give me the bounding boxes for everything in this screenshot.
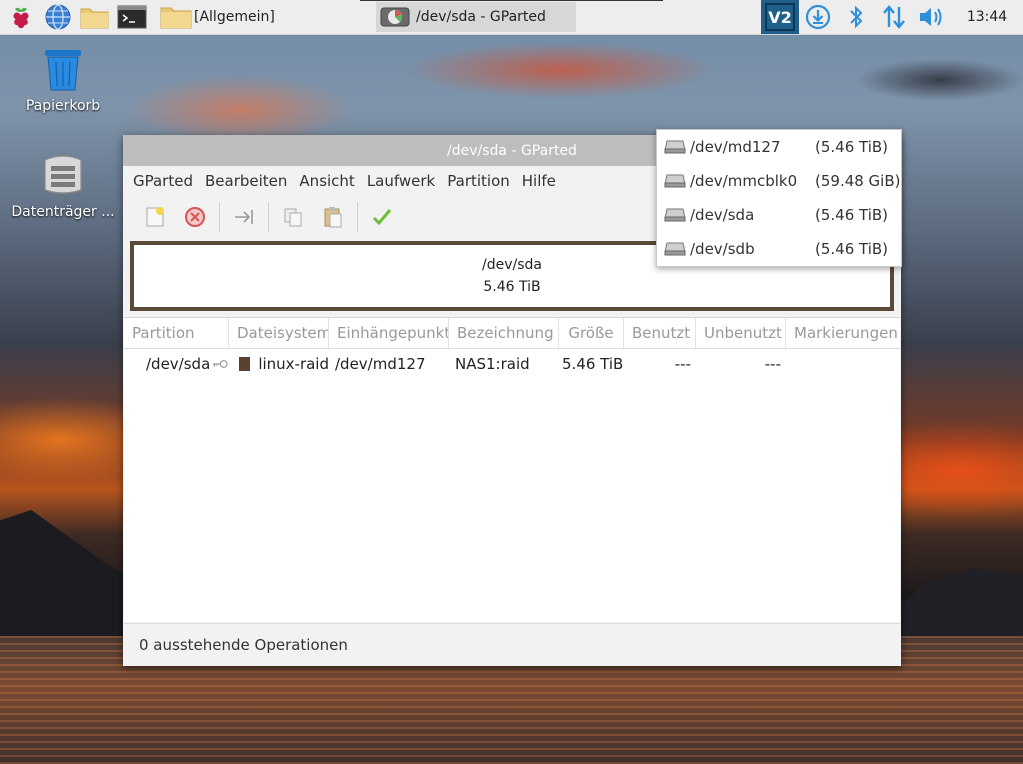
cell-partition: /dev/sda [124,355,229,373]
device-dropdown: /dev/md127 (5.46 TiB) /dev/mmcblk0 (59.4… [656,129,902,267]
drive-icon [44,155,82,194]
cell-label: NAS1:raid [455,355,530,373]
column-header-mountpoint[interactable]: Einhängepunkt [329,318,449,348]
taskbar-divider [360,0,663,1]
column-header-flags[interactable]: Markierungen [786,318,900,348]
cell-filesystem: linux-raid [229,355,329,373]
device-name: /dev/sdb [690,240,755,258]
update-download-icon[interactable] [799,0,837,34]
vnc-label: V2 [768,8,792,27]
table-header: Partition Dateisystem Einhängepunkt Beze… [124,318,900,349]
taskbar-folder-window[interactable]: [Allgemein] [160,2,275,32]
file-manager-icon[interactable] [79,2,111,32]
new-document-icon [146,207,164,227]
column-header-label[interactable]: Bezeichnung [449,318,559,348]
cell-mountpoint: /dev/md127 [335,355,426,373]
menu-hilfe[interactable]: Hilfe [516,166,562,196]
volume-icon[interactable] [913,0,951,34]
apply-button[interactable] [362,199,402,235]
device-option-sda[interactable]: /dev/sda (5.46 TiB) [657,198,901,232]
column-header-partition[interactable]: Partition [124,318,229,348]
system-tray: V2 13:44 [761,0,1023,34]
trash-label: Papierkorb [25,98,101,114]
filesystem-color-swatch [239,357,251,371]
device-name: /dev/sda [690,206,755,224]
paste-icon [324,207,342,228]
column-header-filesystem[interactable]: Dateisystem [229,318,329,348]
partition-name: /dev/sda [146,355,211,373]
window-title: /dev/sda - GParted [447,142,577,159]
column-header-unused[interactable]: Unbenutzt [696,318,786,348]
status-bar: 0 ausstehende Operationen [124,623,900,665]
network-icon[interactable] [875,0,913,34]
delete-partition-button[interactable] [175,199,215,235]
device-name: /dev/mmcblk0 [690,172,798,190]
filesystem-name: linux-raid [258,355,329,373]
web-browser-icon[interactable] [42,2,74,32]
cell-unused: --- [764,355,781,373]
device-option-md127[interactable]: /dev/md127 (5.46 TiB) [657,130,901,164]
taskbar-gparted-window[interactable]: /dev/sda - GParted [376,2,576,32]
menu-laufwerk[interactable]: Laufwerk [361,166,441,196]
toolbar-separator [268,202,269,232]
copy-button[interactable] [273,199,313,235]
vnc-server-icon[interactable]: V2 [761,0,799,34]
device-size: (5.46 TiB) [815,240,889,258]
raspberry-menu-icon[interactable] [5,2,37,32]
harddisk-icon [664,242,686,256]
copy-icon [284,208,302,227]
paste-button[interactable] [313,199,353,235]
disk-map-device: /dev/sda [482,257,542,273]
trash-icon [45,50,81,91]
resize-arrow-icon [235,210,253,224]
menu-ansicht[interactable]: Ansicht [293,166,360,196]
column-header-size[interactable]: Größe [559,318,624,348]
device-size: (5.46 TiB) [815,138,889,156]
taskbar-folder-label: [Allgemein] [194,9,275,25]
device-option-sdb[interactable]: /dev/sdb (5.46 TiB) [657,232,901,266]
cell-size: 5.46 TiB [562,355,624,373]
trash-desktop-icon[interactable]: Papierkorb [8,48,118,114]
new-partition-button[interactable] [135,199,175,235]
disk-map-size: 5.46 TiB [483,279,541,295]
disks-label: Datenträger ... [11,204,115,220]
device-size: (59.48 GiB) [815,172,901,190]
menu-partition[interactable]: Partition [441,166,516,196]
checkmark-icon [372,209,392,226]
cell-used: --- [674,355,691,373]
bluetooth-icon[interactable] [837,0,875,34]
toolbar-separator [357,202,358,232]
device-name: /dev/md127 [690,138,781,156]
delete-icon [185,207,205,227]
partition-table: Partition Dateisystem Einhängepunkt Beze… [124,317,900,622]
pending-operations-status: 0 ausstehende Operationen [139,635,348,654]
toolbar-separator [219,202,220,232]
harddisk-icon [664,208,686,222]
device-size: (5.46 TiB) [815,206,889,224]
menu-gparted[interactable]: GParted [127,166,199,196]
resize-move-button[interactable] [224,199,264,235]
clock[interactable]: 13:44 [951,9,1023,25]
device-option-mmcblk0[interactable]: /dev/mmcblk0 (59.48 GiB) [657,164,901,198]
folder-icon [160,7,192,29]
menu-bearbeiten[interactable]: Bearbeiten [199,166,293,196]
taskbar-window-label: /dev/sda - GParted [416,9,546,25]
column-header-used[interactable]: Benutzt [624,318,696,348]
key-icon [213,360,228,368]
taskbar: [Allgemein] /dev/sda - GParted V2 13:44 [0,0,1023,35]
terminal-icon[interactable] [116,2,148,32]
table-row[interactable]: /dev/sda linux-raid /dev/md127 NAS1:raid… [124,349,900,379]
harddisk-icon [664,140,686,154]
disks-desktop-icon[interactable]: Datenträger ... [8,150,118,220]
harddisk-icon [664,174,686,188]
gparted-icon [380,7,410,27]
